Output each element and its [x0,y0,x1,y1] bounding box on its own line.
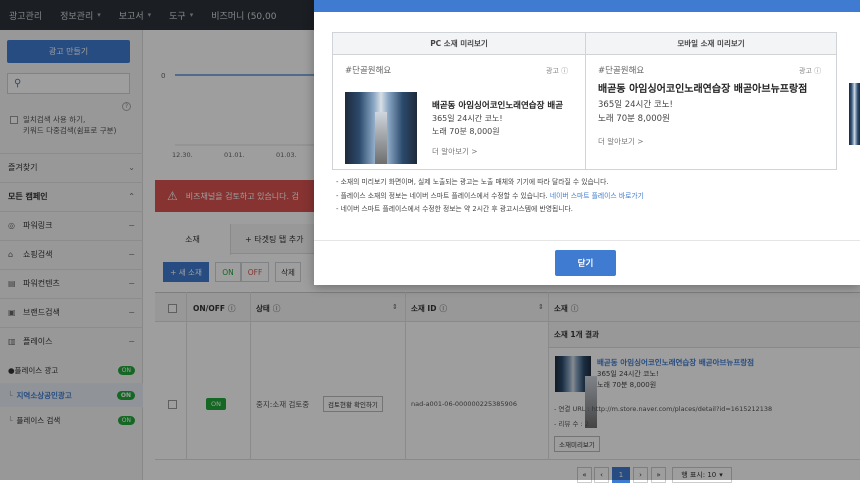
preview-notes: - 소재의 미리보기 화면이며, 실제 노출되는 광고는 노출 매체와 기기에 … [336,176,846,217]
pc-learn-more-link[interactable]: 더 알아보기 > [432,146,478,157]
modal-divider [314,240,860,241]
note-line: - 소재의 미리보기 화면이며, 실제 노출되는 광고는 노출 매체와 기기에 … [336,178,609,186]
pc-ad-line-2: 노래 70분 8,000원 [432,127,500,136]
mobile-learn-more-link[interactable]: 더 알아보기 > [598,136,644,147]
mobile-ad-thumbnail [849,83,860,145]
preview-modal: ✕ PC 소재 미리보기 #단골원해요 광고 ⓘ 배곧동 아임싱어코인노래연습장… [314,0,860,285]
modal-header: ✕ [314,0,860,12]
hashtag: #단골원해요 [345,66,392,76]
pc-ad-title: 배곧동 아임싱어코인노래연습장 배곧 [432,101,564,111]
ad-badge: 광고 ⓘ [799,66,821,76]
pc-ad-thumbnail [345,92,417,164]
note-line: - 플레이스 소재의 정보는 네이버 스마트 플레이스에서 수정할 수 있습니다… [336,190,846,204]
mobile-preview-header: 모바일 소재 미리보기 [586,33,836,55]
ad-badge-label: 광고 [799,67,812,75]
hashtag: #단골원해요 [598,66,645,76]
mobile-ad-line-2: 노래 70분 8,000원 [598,114,670,124]
ad-badge-label: 광고 [546,67,559,75]
smart-place-link[interactable]: 네이버 스마트 플레이스 바로가기 [550,192,644,200]
pc-ad-line-1: 365일 24시간 코노! [432,114,503,123]
mobile-preview-panel: 모바일 소재 미리보기 #단골원해요 광고 ⓘ 배곧동 아임싱어코인노래연습장 … [585,32,837,170]
mobile-ad-line-1: 365일 24시간 코노! [598,100,673,110]
pc-preview-panel: PC 소재 미리보기 #단골원해요 광고 ⓘ 배곧동 아임싱어코인노래연습장 배… [332,32,586,170]
mobile-ad-title: 배곧동 아임싱어코인노래연습장 배곧아브뉴프랑점 [598,84,808,95]
ad-badge: 광고 ⓘ [546,66,568,76]
close-icon[interactable]: ✕ [842,0,852,4]
note-text: - 플레이스 소재의 정보는 네이버 스마트 플레이스에서 수정할 수 있습니다… [336,191,548,200]
note-line: - 네이버 스마트 플레이스에서 수정한 정보는 약 2시간 후 광고시스템에 … [336,205,573,213]
pc-preview-header: PC 소재 미리보기 [333,33,585,55]
info-icon[interactable]: ⓘ [814,67,821,75]
close-button[interactable]: 닫기 [555,250,616,276]
info-icon[interactable]: ⓘ [561,67,568,75]
